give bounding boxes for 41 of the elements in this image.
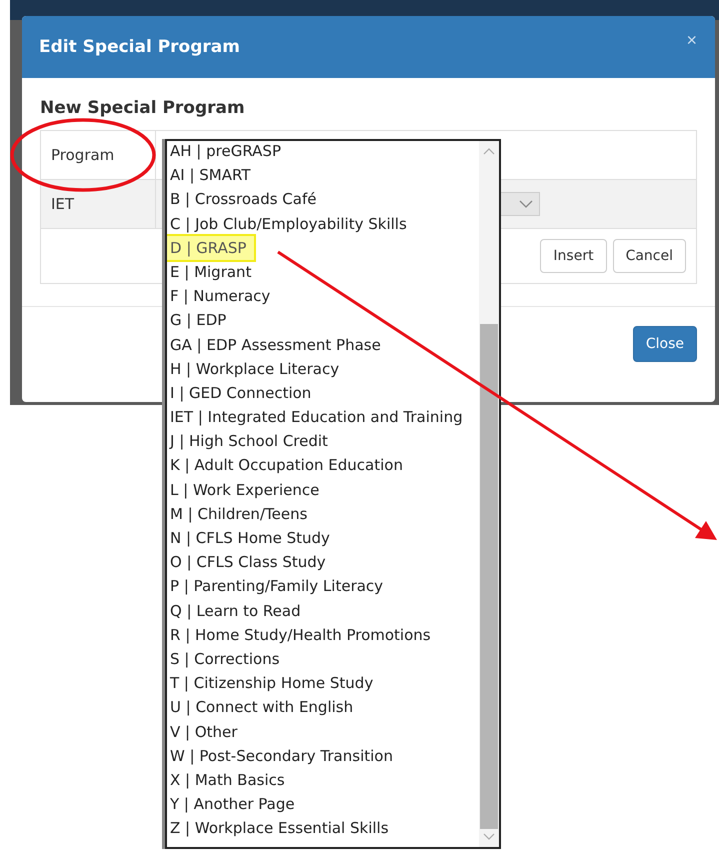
dropdown-option[interactable]: I | GED Connection [167,380,479,406]
dropdown-option[interactable]: M | Children/Teens [167,502,479,526]
dropdown-option[interactable]: D | GRASP [167,236,254,260]
dropdown-option[interactable]: Y | Another Page [167,792,479,816]
dropdown-option[interactable]: W | Post-Secondary Transition [167,744,479,768]
action-button[interactable]: Cancel [612,239,686,273]
dropdown-option[interactable]: F | Numeracy [167,284,479,308]
dropdown-option[interactable]: G | EDP [167,308,479,333]
dropdown-option[interactable]: AI | SMART [167,163,479,188]
dropdown-option[interactable]: X | Math Basics [167,768,479,792]
section-heading: New Special Program [40,98,246,118]
dropdown-option[interactable]: P | Parenting/Family Literacy [167,574,479,599]
dropdown-option[interactable]: R | Home Study/Health Promotions [167,622,479,647]
dropdown-option[interactable]: IET | Integrated Education and Training [167,405,479,430]
dropdown-option[interactable]: Q | Learn to Read [167,598,479,623]
dropdown-option[interactable]: AH | preGRASP [167,141,479,164]
field-label: IET [41,180,156,228]
scroll-up-icon[interactable] [483,147,495,155]
scrollbar[interactable] [479,141,499,847]
dropdown-option[interactable]: Z | Workplace Essential Skills [167,816,479,840]
modal-title: Edit Special Program [39,37,240,57]
scroll-down-icon[interactable] [483,833,495,841]
field-label: Program [41,131,156,179]
dropdown-option[interactable]: N | CFLS Home Study [167,526,479,550]
dropdown-option[interactable]: K | Adult Occupation Education [167,453,479,478]
dropdown-option[interactable]: GA | EDP Assessment Phase [167,332,479,357]
dropdown-option[interactable]: H | Workplace Literacy [167,356,479,381]
dropdown-option[interactable]: C | Job Club/Employability Skills [167,212,479,236]
dropdown-option[interactable]: E | Migrant [167,260,479,284]
close-button[interactable]: Close [632,326,697,362]
chevron-down-icon [519,200,533,208]
dropdown-option[interactable]: L | Work Experience [167,478,479,502]
dropdown-option[interactable]: S | Corrections [167,646,479,672]
dropdown-option[interactable]: T | Citizenship Home Study [167,671,479,696]
dropdown-option[interactable]: J | High School Credit [167,429,479,454]
dropdown-option[interactable]: U | Connect with English [167,695,479,720]
dropdown-option[interactable]: V | Other [167,720,479,744]
dropdown-option[interactable]: O | CFLS Class Study [167,550,479,574]
dropdown-option[interactable]: B | Crossroads Café [167,187,479,212]
scrollbar-thumb[interactable] [480,324,498,829]
action-button[interactable]: Insert [540,239,607,273]
